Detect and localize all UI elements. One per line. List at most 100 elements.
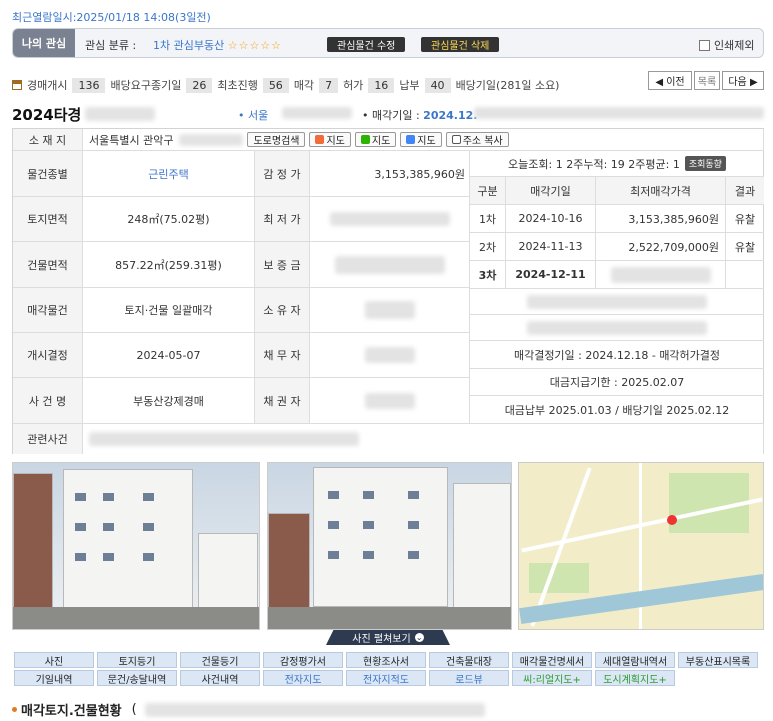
my-interest-tab[interactable]: 나의 관심 (13, 29, 75, 57)
prev-button[interactable]: ◀ 이전 (648, 71, 692, 90)
price-redacted (610, 266, 711, 283)
min-price-value (310, 197, 470, 242)
link-appraisal[interactable]: 감정평가서 (263, 652, 343, 668)
star-rating-icon[interactable]: ☆☆☆☆☆ (228, 39, 282, 52)
link-land-registry[interactable]: 토지등기 (97, 652, 177, 668)
naver-map-button[interactable]: 지도 (354, 132, 397, 147)
last-view-time: 최근열람일시:2025/01/18 14:08(3일전) (12, 11, 211, 24)
road-search-button[interactable]: 도로명검색 (247, 132, 306, 147)
sale-item-value: 토지·건물 일괄매각 (83, 288, 255, 333)
appraisal-label: 감 정 가 (255, 151, 310, 197)
related-case-redacted (89, 432, 359, 446)
link-document-delivery[interactable]: 문건/송달내역 (97, 670, 177, 686)
history-row-no: 3차 (470, 261, 506, 289)
case-number: 2024타경 (12, 105, 82, 124)
redacted-row (470, 315, 764, 341)
copy-address-button[interactable]: 주소 복사 (445, 132, 509, 147)
deposit-redacted (334, 255, 445, 274)
google-map-button[interactable]: 지도 (400, 132, 442, 147)
link-case-history[interactable]: 사건내역 (180, 670, 260, 686)
location-pin-icon (667, 515, 677, 525)
history-row-no: 1차 (470, 205, 506, 233)
link-building-ledger[interactable]: 건축물대장 (429, 652, 509, 668)
checkbox-icon[interactable] (699, 39, 710, 51)
creditor-redacted (364, 392, 415, 409)
land-area-value: 248㎡(75.02평) (83, 197, 255, 242)
interest-class-value[interactable]: 1차 관심부동산 ☆☆☆☆☆ (153, 37, 282, 53)
building-area-value: 857.22㎡(259.31평) (83, 242, 255, 288)
debtor-value (310, 333, 470, 378)
interest-bar: 나의 관심 관심 분류 : 1차 관심부동산 ☆☆☆☆☆ 관심물건 수정 관심물… (12, 28, 764, 58)
history-row-result: 유찰 (726, 205, 764, 233)
calendar-icon (12, 80, 22, 90)
history-header-date: 매각기일 (506, 177, 596, 205)
link-roadview[interactable]: 로드뷰 (429, 670, 509, 686)
redacted-block (527, 320, 707, 335)
sale-date-redacted (474, 107, 764, 119)
start-decision-label: 개시결정 (13, 333, 83, 378)
case-info-table: 소 재 지 서울특별시 관악구 도로명검색 지도 지도 지도 주소 복사 물건종… (12, 128, 764, 454)
debtor-label: 채 무 자 (255, 333, 310, 378)
history-row-date: 2024-10-16 (506, 205, 596, 233)
deposit-label: 보 증 금 (255, 242, 310, 288)
deposit-value (310, 242, 470, 288)
link-urban-plan-map[interactable]: 도시계획지도+ (595, 670, 675, 686)
case-header: 2024타경 • 서울 • 매각기일 : 2024.12. (12, 103, 764, 125)
type-label: 물건종별 (13, 151, 83, 197)
link-e-map[interactable]: 전자지도 (263, 670, 343, 686)
naver-icon (360, 135, 370, 144)
decision-date: 매각결정기일 : 2024.12.18 - 매각허가결정 (470, 341, 764, 369)
case-location: • 서울 (238, 109, 269, 122)
address-label: 소 재 지 (13, 129, 83, 151)
section-redacted (144, 702, 485, 717)
history-row-no: 2차 (470, 233, 506, 261)
list-button[interactable]: 목록 (694, 71, 720, 90)
address-cell: 서울특별시 관악구 도로명검색 지도 지도 지도 주소 복사 (83, 129, 764, 151)
type-value[interactable]: 근린주택 (83, 151, 255, 197)
link-date-history[interactable]: 기일내역 (14, 670, 94, 686)
history-row-result (726, 261, 764, 289)
history-row-price: 3,153,385,960원 (596, 205, 726, 233)
link-household-record[interactable]: 세대열람내역서 (595, 652, 675, 668)
redacted-row (470, 289, 764, 315)
link-sereal-map[interactable]: 씨:리얼지도+ (512, 670, 592, 686)
owner-label: 소 유 자 (255, 288, 310, 333)
address-value: 서울특별시 관악구 (89, 133, 174, 147)
history-header-result: 결과 (726, 177, 764, 205)
edit-interest-button[interactable]: 관심물건 수정 (327, 37, 406, 52)
building-photo[interactable] (267, 462, 512, 630)
next-button[interactable]: 다음 ▶ (722, 71, 764, 90)
appraisal-value: 3,153,385,960원 (310, 151, 470, 197)
link-e-cadastral-map[interactable]: 전자지적도 (346, 670, 426, 686)
building-area-label: 건물면적 (13, 242, 83, 288)
chevron-down-icon: ⌄ (414, 633, 424, 642)
min-price-redacted (329, 212, 450, 226)
creditor-value (310, 378, 470, 424)
owner-value (310, 288, 470, 333)
location-map[interactable] (518, 462, 764, 630)
location-redacted (282, 107, 352, 119)
payment-dividend: 대금납부 2025.01.03 / 배당기일 2025.02.12 (470, 396, 764, 424)
view-stats: 오늘조회: 1 2주누적: 19 2주평균: 1 조회동향 (470, 151, 764, 177)
view-trend-button[interactable]: 조회동향 (684, 156, 726, 171)
interest-class-label: 관심 분류 : (85, 39, 137, 52)
start-decision-value: 2024-05-07 (83, 333, 255, 378)
link-photo[interactable]: 사진 (14, 652, 94, 668)
debtor-redacted (364, 347, 415, 363)
link-status-report[interactable]: 현황조사서 (346, 652, 426, 668)
photo-gallery (12, 462, 764, 630)
link-property-list[interactable]: 부동산표시목록 (678, 652, 758, 668)
building-photo[interactable] (12, 462, 260, 630)
photo-expand-toggle[interactable]: 사진 펼쳐보기 ⌄ (326, 630, 450, 645)
history-header-price: 최저매각가격 (596, 177, 726, 205)
delete-interest-button[interactable]: 관심물건 삭제 (421, 37, 500, 52)
link-sale-statement[interactable]: 매각물건명세서 (512, 652, 592, 668)
history-header-no: 구분 (470, 177, 506, 205)
creditor-label: 채 권 자 (255, 378, 310, 424)
daum-map-button[interactable]: 지도 (309, 132, 351, 147)
case-number-redacted (85, 107, 156, 121)
link-building-registry[interactable]: 건물등기 (180, 652, 260, 668)
print-exclude-checkbox[interactable]: 인쇄제외 (699, 37, 754, 53)
history-row-date: 2024-11-13 (506, 233, 596, 261)
daum-icon (315, 135, 325, 144)
